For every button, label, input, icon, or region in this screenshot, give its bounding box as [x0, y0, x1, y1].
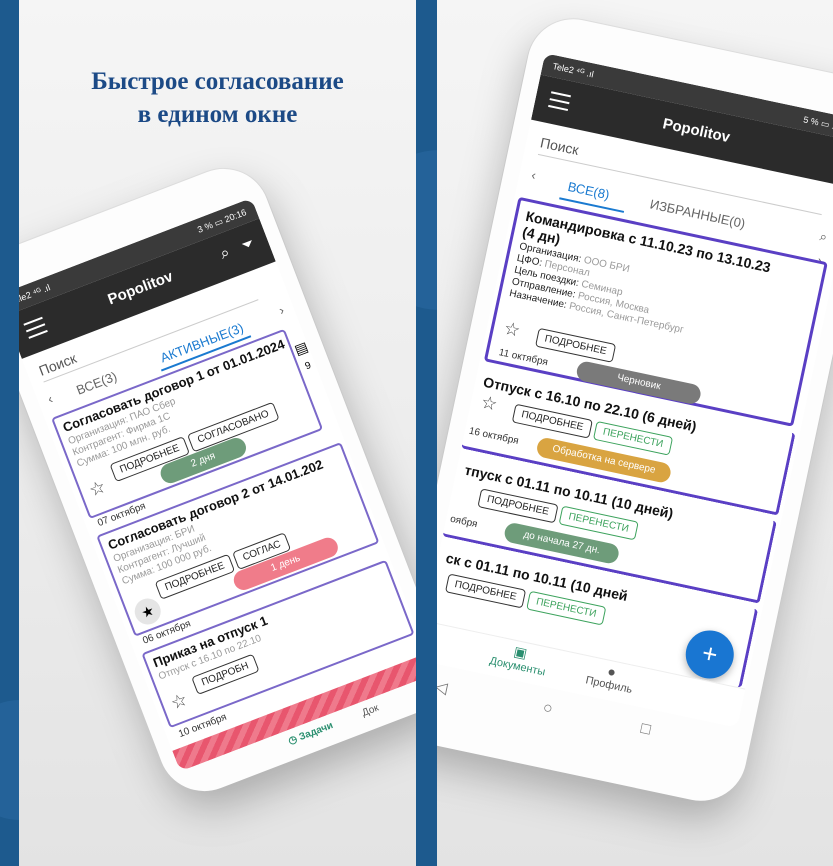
search-icon[interactable]: ⌕ [818, 228, 828, 245]
card-date: 11 октября [497, 347, 549, 369]
carrier-label: Tele2 ⁴ᴳ .ıl [551, 61, 595, 80]
chevron-right-icon[interactable]: › [277, 302, 286, 318]
right-phone-screen: Tele2 ⁴ᴳ .ıl 5 % ▭ 19:45 Popolitov Поиск… [437, 53, 833, 728]
star-icon[interactable]: ☆ [479, 392, 499, 416]
nav-docs-fragment[interactable]: Док [361, 703, 381, 719]
tab-all[interactable]: ВСЕ(8) [566, 179, 610, 202]
clock-icon: ◷ [286, 733, 300, 748]
side-count: 9 [303, 360, 313, 373]
home-nav-icon[interactable]: ○ [541, 699, 554, 719]
nav-profile[interactable]: ● Профиль [584, 659, 636, 696]
card-date: оября [449, 513, 479, 531]
chevron-left-icon[interactable]: ‹ [530, 167, 537, 183]
left-phone-screen: Tele2 ⁴ᴳ .ıl 3 % ▭ 20:16 Popolitov ⌕ ⏷ П… [19, 197, 416, 772]
card-date: 16 октября [467, 425, 520, 447]
headline-line-1: Быстрое согласование [91, 68, 344, 95]
left-phone: Tele2 ⁴ᴳ .ıl 3 % ▭ 20:16 Popolitov ⌕ ⏷ П… [19, 155, 416, 805]
star-icon[interactable]: ☆ [502, 318, 522, 342]
right-promo-panel: Tele2 ⁴ᴳ .ıl 5 % ▭ 19:45 Popolitov Поиск… [437, 0, 833, 866]
tab-all[interactable]: ВСЕ(3) [74, 369, 119, 398]
tab-favorites[interactable]: ИЗБРАННЫЕ(0) [649, 196, 747, 231]
left-promo-panel: Быстрое согласование в едином окне Tele2… [19, 0, 416, 866]
headline-line-2: в едином окне [137, 101, 298, 128]
right-phone: Tele2 ⁴ᴳ .ıl 5 % ▭ 19:45 Popolitov Поиск… [437, 10, 833, 810]
nav-documents[interactable]: ▣ Документы [488, 638, 549, 679]
recents-nav-icon[interactable]: □ [639, 720, 652, 740]
back-nav-icon[interactable]: ◁ [437, 676, 449, 698]
chevron-left-icon[interactable]: ‹ [45, 391, 54, 407]
